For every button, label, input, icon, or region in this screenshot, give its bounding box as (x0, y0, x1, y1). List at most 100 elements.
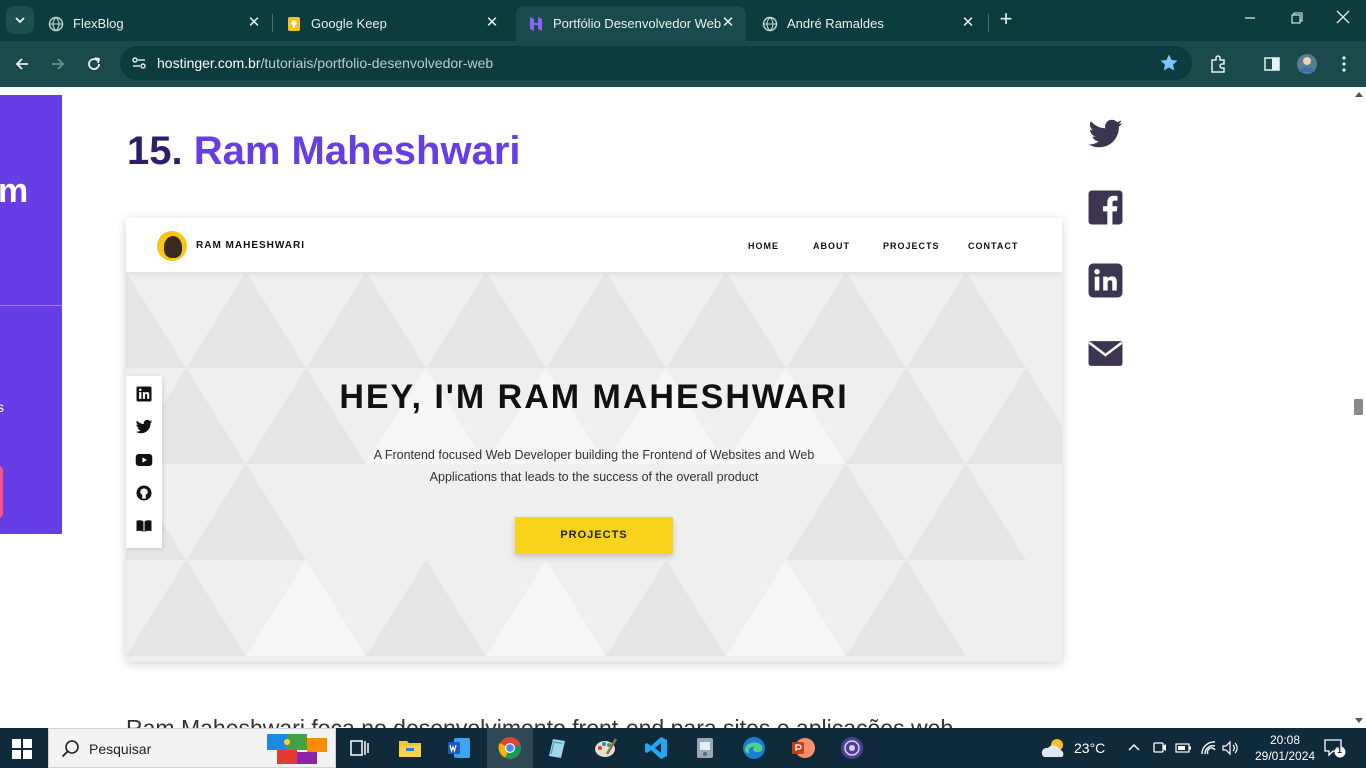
battery-icon[interactable] (1175, 741, 1192, 755)
arrow-left-icon (15, 58, 28, 70)
email-icon[interactable] (1087, 335, 1124, 372)
book-icon (136, 520, 152, 532)
address-bar[interactable]: hostinger.com.br/tutoriais/portfolio-des… (120, 46, 1192, 80)
close-icon[interactable]: ✕ (246, 15, 262, 31)
subtitle-line: Applications that leads to the success o… (429, 470, 759, 484)
puzzle-graphic-icon (267, 734, 327, 764)
tab-flexblog[interactable]: FlexBlog ✕ (36, 6, 272, 41)
tab-search-button[interactable] (6, 6, 34, 34)
taskbar-clock[interactable]: 20:08 29/01/2024 (1255, 732, 1315, 764)
tab-andre-ramaldes[interactable]: André Ramaldes ✕ (750, 6, 986, 41)
restore-button[interactable] (1284, 9, 1310, 31)
tab-separator (988, 14, 989, 32)
scroll-down-arrow-icon[interactable] (1355, 718, 1363, 723)
notification-center-button[interactable]: 1 (1324, 738, 1346, 758)
facebook-icon[interactable] (1087, 189, 1124, 226)
word-button[interactable] (446, 735, 472, 761)
hostinger-icon (530, 16, 542, 31)
reload-button[interactable] (82, 52, 106, 76)
avatar-icon (1297, 54, 1317, 74)
profile-button[interactable] (1296, 53, 1318, 75)
tab-portfolio-active[interactable]: Portfólio Desenvolvedor Web: 2 ✕ (516, 6, 746, 41)
page-scrollbar[interactable] (1351, 87, 1366, 728)
tab-google-keep[interactable]: Google Keep ✕ (274, 6, 510, 41)
file-explorer-button[interactable] (397, 735, 423, 761)
arrow-right-icon (52, 58, 65, 70)
clock-time: 20:08 (1269, 733, 1301, 747)
github-icon (136, 485, 152, 501)
subtitle-line: A Frontend focused Web Developer buildin… (373, 448, 815, 462)
edge-icon (743, 737, 765, 759)
restore-icon (1291, 12, 1303, 24)
article-paragraph: Ram Maheshwari foca no desenvolvimento f… (126, 715, 954, 728)
notes-app-button[interactable] (544, 735, 570, 761)
chevron-up-icon[interactable] (1128, 742, 1140, 754)
close-icon[interactable]: ✕ (484, 15, 500, 31)
tab-separator (272, 14, 273, 32)
extensions-button[interactable] (1207, 53, 1229, 75)
weather-temperature[interactable]: 23°C (1074, 740, 1105, 756)
screenshot-hero-subtitle: A Frontend focused Web Developer buildin… (366, 444, 822, 488)
paint-button[interactable] (593, 735, 619, 761)
linkedin-icon[interactable] (1087, 262, 1124, 299)
minimize-icon (1245, 17, 1255, 19)
browser-menu-button[interactable] (1333, 53, 1355, 75)
back-button[interactable] (10, 52, 34, 76)
close-window-button[interactable] (1330, 9, 1356, 31)
scroll-up-arrow-icon[interactable] (1355, 92, 1363, 97)
scroll-thumb[interactable] (1354, 399, 1363, 415)
url-path: /tutoriais/portfolio-desenvolvedor-web (260, 55, 494, 71)
avatar (157, 231, 187, 261)
banner-text: s (0, 399, 4, 415)
more-vertical-icon (1342, 56, 1346, 72)
windows-taskbar: Pesquisar 23°C 20:08 29/01/2024 1 (0, 728, 1366, 768)
taskbar-search-box[interactable]: Pesquisar (48, 728, 336, 768)
notes-icon (549, 739, 565, 758)
clock-date: 29/01/2024 (1255, 749, 1316, 763)
divider (0, 305, 62, 306)
tab-title: FlexBlog (73, 16, 124, 31)
generic-app-button[interactable] (692, 735, 718, 761)
new-tab-button[interactable]: + (995, 8, 1017, 31)
close-icon[interactable]: ✕ (960, 15, 976, 31)
word-icon (448, 738, 470, 758)
close-icon[interactable]: ✕ (720, 15, 736, 31)
meet-now-icon[interactable] (1152, 740, 1167, 756)
task-view-button[interactable] (347, 735, 373, 761)
tab-title: Google Keep (311, 16, 387, 31)
chevron-down-icon (15, 17, 25, 24)
wifi-icon[interactable] (1200, 740, 1217, 756)
windows-start-icon[interactable] (12, 739, 32, 759)
forward-button[interactable] (46, 52, 70, 76)
search-placeholder: Pesquisar (89, 741, 152, 757)
twitter-icon (135, 419, 153, 434)
edge-button[interactable] (741, 735, 767, 761)
heading-number: 15. (127, 129, 183, 173)
side-panel-button[interactable] (1261, 53, 1283, 75)
site-settings-icon[interactable] (130, 54, 148, 72)
task-view-icon (350, 740, 369, 756)
chrome-button[interactable] (487, 728, 533, 768)
puzzle-icon (1211, 55, 1225, 73)
globe-icon (48, 16, 64, 31)
banner-button[interactable] (0, 465, 3, 519)
volume-icon[interactable] (1222, 740, 1239, 756)
close-icon (1336, 10, 1350, 24)
vscode-button[interactable] (643, 735, 669, 761)
screenshot-nav-projects: PROJECTS (883, 241, 940, 251)
minimize-button[interactable] (1237, 9, 1263, 31)
url-text[interactable]: hostinger.com.br/tutoriais/portfolio-des… (157, 55, 493, 71)
powerpoint-button[interactable] (790, 735, 816, 761)
screenshot-navbar: RAM MAHESHWARI HOME ABOUT PROJECTS CONTA… (126, 218, 1062, 272)
twitter-icon[interactable] (1087, 116, 1124, 153)
screenshot-nav-home: HOME (748, 241, 779, 251)
bookmark-star-icon[interactable] (1159, 53, 1179, 73)
youtube-icon (135, 454, 153, 466)
powerpoint-icon (792, 738, 815, 758)
generic-app-button-2[interactable] (839, 735, 865, 761)
banner-text: m (0, 172, 29, 210)
screenshot-nav-about: ABOUT (813, 241, 850, 251)
promo-banner[interactable]: m s (0, 95, 62, 534)
heading-link[interactable]: Ram Maheshwari (194, 129, 521, 173)
weather-icon[interactable] (1040, 737, 1068, 759)
